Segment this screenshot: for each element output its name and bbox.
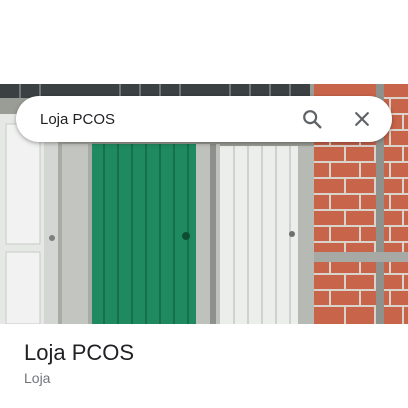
- search-button[interactable]: [294, 101, 330, 137]
- clear-button[interactable]: [344, 101, 380, 137]
- search-bar[interactable]: Loja PCOS: [16, 96, 392, 142]
- place-card: Loja PCOS Loja PCOS Loja: [0, 0, 408, 408]
- search-icon: [303, 110, 322, 129]
- close-icon: [355, 112, 369, 126]
- search-input[interactable]: Loja PCOS: [40, 111, 280, 128]
- place-category: Loja: [24, 370, 51, 386]
- place-title: Loja PCOS: [24, 340, 135, 365]
